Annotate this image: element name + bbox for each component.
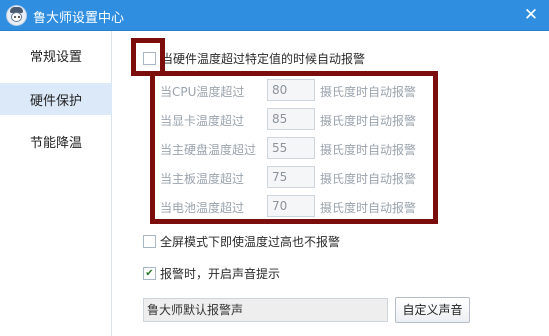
custom-sound-button[interactable]: 自定义声音 <box>395 297 470 323</box>
temperature-alarm-label: 当硬件温度超过特定值的时候自动报警 <box>161 52 366 66</box>
sound-alert-label: 报警时，开启声音提示 <box>160 267 281 281</box>
sidebar: 常规设置 硬件保护 节能降温 <box>0 31 112 336</box>
fullscreen-no-alarm-checkbox[interactable] <box>143 235 156 248</box>
app-logo-icon <box>6 5 27 26</box>
sidebar-item-energy-saving[interactable]: 节能降温 <box>0 125 112 157</box>
thresholds-highlight-frame <box>150 71 438 224</box>
sidebar-item-hardware-protection[interactable]: 硬件保护 <box>0 83 112 115</box>
close-button[interactable]: ✕ <box>519 4 543 26</box>
fullscreen-no-alarm-label: 全屏模式下即使温度过高也不报警 <box>160 235 341 249</box>
title-bar: 鲁大师设置中心 ✕ <box>0 0 549 31</box>
sidebar-item-general-settings[interactable]: 常规设置 <box>0 39 112 71</box>
checkmark-icon: ✔ <box>145 267 154 279</box>
alarm-sound-select[interactable]: 鲁大师默认报警声 <box>143 298 388 322</box>
window-title: 鲁大师设置中心 <box>33 11 125 26</box>
sound-alert-checkbox[interactable]: ✔ <box>143 267 156 280</box>
